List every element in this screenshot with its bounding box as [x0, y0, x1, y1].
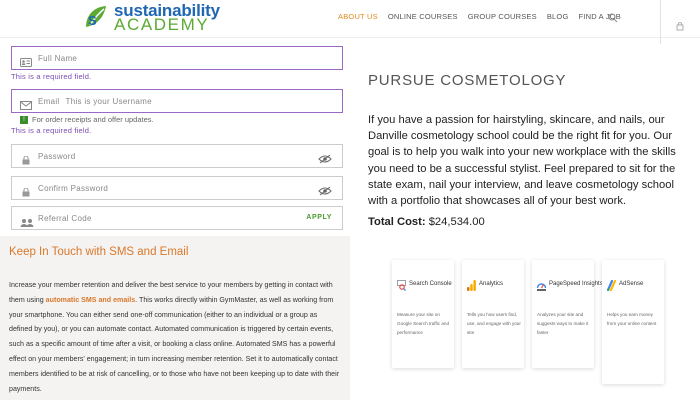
pagespeed-icon	[536, 278, 547, 291]
email-hint: This is your Username	[65, 96, 152, 106]
page-title: PURSUE COSMETOLOGY	[368, 72, 567, 89]
sms-section-body: Increase your member retention and deliv…	[9, 278, 341, 396]
card-description: Helps you earn money from your online co…	[607, 312, 657, 326]
receipts-note-text: For order receipts and offer updates.	[32, 115, 154, 124]
email-placeholder: Email	[38, 96, 60, 106]
course-content: PURSUE COSMETOLOGY If you have a passion…	[352, 44, 700, 400]
cart-icon[interactable]	[676, 22, 684, 33]
total-cost-value: $24,534.00	[428, 216, 485, 228]
card-description: Measure your site on Google Search traff…	[397, 312, 450, 335]
card-description: Analyzes your site and suggests ways to …	[537, 312, 589, 335]
nav-about-us[interactable]: ABOUT US	[338, 12, 378, 21]
nav-blog[interactable]: BLOG	[547, 12, 569, 21]
sms-body-end: . This works directly within GymMaster, …	[9, 295, 340, 393]
course-description: If you have a passion for hairstyling, s…	[368, 114, 676, 208]
card-pagespeed-insights[interactable]: PageSpeed Insights Analyzes your site an…	[532, 260, 603, 368]
total-cost: Total Cost: $24,534.00	[368, 216, 485, 228]
confirm-password-placeholder: Confirm Password	[38, 183, 109, 193]
site-header: S sustainability ACADEMY ABOUT US ONLINE…	[0, 0, 700, 44]
password-placeholder: Password	[38, 151, 76, 161]
adsense-icon	[606, 278, 617, 292]
password-field[interactable]: Password	[11, 144, 343, 168]
envelope-icon	[20, 97, 32, 110]
nav-divider	[660, 0, 661, 44]
sms-email-section: Keep In Touch with SMS and Email Increas…	[0, 236, 350, 400]
hide-confirm-password-icon[interactable]	[318, 183, 332, 196]
users-icon	[20, 214, 34, 227]
automatic-sms-link[interactable]: automatic SMS and emails	[46, 296, 136, 304]
tool-cards: Search Console Measure your site on Goog…	[392, 260, 664, 384]
card-title: PageSpeed Insights	[549, 280, 603, 287]
lock-icon	[20, 184, 32, 196]
apply-button[interactable]: APPLY	[306, 214, 332, 221]
full-name-field[interactable]: Full Name	[11, 46, 343, 70]
card-title: AdSense	[619, 280, 644, 287]
signup-form: Full Name This is a required field. Emai…	[0, 38, 350, 236]
receipts-note: ! For order receipts and offer updates.	[20, 115, 154, 124]
analytics-icon	[467, 278, 476, 291]
main-nav: ABOUT US ONLINE COURSES GROUP COURSES BL…	[338, 12, 631, 21]
referral-placeholder: Referral Code	[38, 213, 92, 223]
referral-code-field[interactable]: Referral Code APPLY	[11, 206, 343, 230]
logo-leaf-icon: S	[82, 3, 112, 33]
sms-section-title: Keep In Touch with SMS and Email	[9, 246, 189, 258]
card-search-console[interactable]: Search Console Measure your site on Goog…	[392, 260, 454, 368]
card-description: Tells you how users find, use, and engag…	[467, 312, 521, 335]
card-analytics[interactable]: Analytics Tells you how users find, use,…	[462, 260, 524, 368]
hide-password-icon[interactable]	[318, 151, 332, 164]
card-title: Search Console	[409, 280, 452, 287]
email-field[interactable]: Email This is your Username	[11, 89, 343, 113]
search-icon[interactable]	[608, 10, 618, 23]
nav-online-courses[interactable]: ONLINE COURSES	[388, 12, 458, 21]
total-cost-label: Total Cost:	[368, 216, 426, 228]
svg-text:S: S	[88, 13, 97, 28]
full-name-placeholder: Full Name	[38, 53, 78, 63]
search-console-icon	[397, 278, 406, 291]
email-error: This is a required field.	[11, 126, 92, 135]
full-name-error: This is a required field.	[11, 72, 92, 81]
card-title: Analytics	[479, 280, 504, 287]
site-logo[interactable]: S sustainability ACADEMY	[82, 2, 220, 34]
logo-line2: ACADEMY	[114, 15, 210, 34]
lock-icon	[20, 152, 32, 164]
nav-group-courses[interactable]: GROUP COURSES	[468, 12, 537, 21]
confirm-password-field[interactable]: Confirm Password	[11, 176, 343, 200]
info-badge-icon: !	[20, 115, 28, 124]
id-card-icon	[20, 54, 32, 67]
card-adsense[interactable]: AdSense Helps you earn money from your o…	[602, 260, 664, 384]
